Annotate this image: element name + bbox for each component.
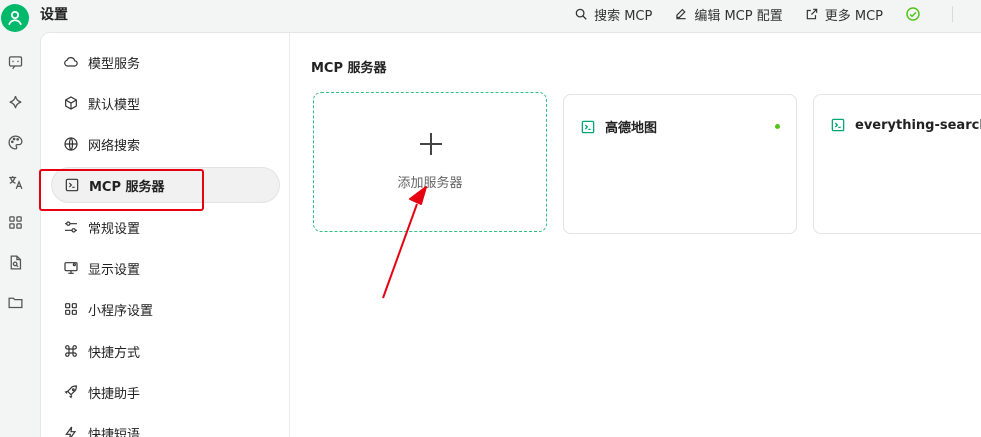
monitor-icon	[64, 262, 78, 274]
cloud-icon	[64, 57, 78, 67]
title-bar: 设置 搜索 MCP 编辑 MCP 配置 更多 MCP	[0, 0, 981, 32]
add-server-card[interactable]: 添加服务器	[313, 92, 547, 232]
sidebar-item-label: 默认模型	[88, 97, 141, 113]
folder-icon	[7, 297, 23, 308]
status-indicator[interactable]	[905, 6, 921, 22]
settings-sidebar: 模型服务 默认模型 网络搜索 MCP 服务器 常规设置 显示设置 小程序设置 快…	[39, 33, 290, 437]
search-icon	[575, 8, 587, 20]
apps-grid-icon	[8, 215, 22, 229]
zap-icon	[65, 426, 77, 437]
sidebar-item-general-settings[interactable]: 常规设置	[51, 209, 280, 245]
grid-icon	[65, 303, 77, 315]
sidebar-item-default-model[interactable]: 默认模型	[51, 85, 280, 121]
edit-mcp-config-label: 编辑 MCP 配置	[694, 8, 783, 24]
sidebar-item-quick-assistant[interactable]: 快捷助手	[51, 374, 280, 410]
rail-chat-button[interactable]	[5, 52, 25, 72]
palette-icon	[7, 134, 23, 150]
rail-apps-button[interactable]	[5, 212, 25, 232]
mcp-content: MCP 服务器 添加服务器 高德地图 everything-search	[291, 33, 981, 437]
server-card[interactable]: everything-search	[813, 94, 981, 234]
add-server-label: 添加服务器	[397, 176, 463, 191]
sidebar-item-label: MCP 服务器	[89, 179, 165, 195]
sidebar-item-miniapp-settings[interactable]: 小程序设置	[51, 291, 280, 327]
rail-folder-button[interactable]	[5, 292, 25, 312]
server-name: everything-search	[855, 117, 981, 133]
sidebar-item-label: 显示设置	[88, 262, 141, 278]
icon-rail	[0, 32, 32, 437]
cube-icon	[65, 96, 77, 110]
more-mcp-label: 更多 MCP	[824, 8, 883, 24]
plus-icon	[420, 133, 442, 155]
sidebar-item-label: 快捷短语	[88, 427, 141, 437]
terminal-icon	[831, 118, 845, 132]
user-icon	[8, 10, 22, 26]
sparkle-icon	[9, 95, 21, 108]
divider	[952, 6, 953, 22]
rail-files-button[interactable]	[5, 252, 25, 272]
sidebar-item-shortcuts[interactable]: 快捷方式	[51, 333, 280, 369]
search-mcp-label: 搜索 MCP	[594, 8, 653, 24]
settings-panel: 模型服务 默认模型 网络搜索 MCP 服务器 常规设置 显示设置 小程序设置 快…	[39, 32, 981, 437]
section-title: MCP 服务器	[311, 61, 387, 76]
rail-agents-button[interactable]	[5, 92, 25, 112]
sidebar-item-label: 网络搜索	[88, 138, 141, 154]
search-mcp-button[interactable]: 搜索 MCP	[574, 5, 652, 24]
sidebar-item-label: 小程序设置	[88, 303, 154, 319]
chat-icon	[8, 55, 22, 69]
sliders-icon	[65, 221, 77, 233]
sidebar-item-label: 快捷助手	[88, 386, 141, 402]
rocket-icon	[64, 385, 77, 399]
check-circle-icon	[906, 7, 920, 21]
sidebar-item-label: 常规设置	[88, 221, 141, 237]
globe-icon	[64, 137, 78, 151]
sidebar-item-model-service[interactable]: 模型服务	[51, 44, 280, 80]
rail-paint-button[interactable]	[5, 132, 25, 152]
rail-translate-button[interactable]	[5, 172, 25, 192]
avatar[interactable]	[1, 4, 29, 32]
sidebar-item-web-search[interactable]: 网络搜索	[51, 126, 280, 162]
more-mcp-button[interactable]: 更多 MCP	[805, 5, 883, 24]
translate-icon	[8, 175, 22, 189]
sidebar-item-label: 快捷方式	[88, 345, 141, 361]
command-icon	[65, 345, 77, 357]
external-link-icon	[806, 8, 817, 20]
sidebar-item-display-settings[interactable]: 显示设置	[51, 250, 280, 286]
sidebar-item-mcp-servers[interactable]: MCP 服务器	[51, 167, 280, 203]
server-card[interactable]: 高德地图	[563, 94, 797, 234]
file-search-icon	[10, 254, 21, 270]
edit-mcp-config-button[interactable]: 编辑 MCP 配置	[674, 5, 783, 24]
sidebar-item-label: 模型服务	[88, 56, 141, 72]
terminal-icon	[581, 120, 595, 133]
server-name: 高德地图	[605, 121, 658, 136]
sidebar-item-quick-phrases[interactable]: 快捷短语	[51, 415, 280, 437]
page-title: 设置	[40, 7, 68, 23]
edit-icon	[676, 8, 686, 20]
status-dot	[775, 124, 780, 129]
terminal-icon	[65, 178, 79, 192]
